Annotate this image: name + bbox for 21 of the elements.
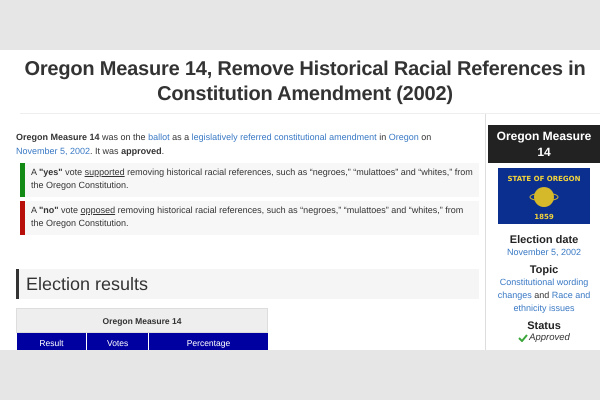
infobox-heading: Topic bbox=[530, 264, 558, 276]
infobox-title: Oregon Measure 14 bbox=[488, 125, 600, 163]
text-link[interactable]: November 5, 2002 bbox=[506, 247, 582, 257]
column-header: Votes bbox=[86, 332, 149, 350]
intro-paragraph: Oregon Measure 14 was on the ballot as a legislatively referred constitutional amendment in Oregon on November 5, 2002. It was approved. bbox=[16, 131, 432, 158]
text-link[interactable]: ballot bbox=[148, 132, 170, 142]
check-icon bbox=[518, 334, 528, 342]
infobox-heading: Election date bbox=[510, 234, 578, 246]
text-link[interactable]: November 5, 2002 bbox=[16, 146, 90, 156]
section-heading: Election results bbox=[16, 269, 479, 299]
column-header: Result bbox=[16, 332, 86, 350]
table-caption: Oregon Measure 14 bbox=[16, 308, 268, 332]
vote-explanation-text: A "no" vote opposed removing historical racial references, such as “negroes,” “mulattoes” and “whites,” from the Oregon Constitution. bbox=[30, 204, 464, 230]
vote-explanation-text: A "yes" vote supported removing historical racial references, such as “negroes,” “mulattoes” and “whites,” from the Oregon Constitution. bbox=[30, 166, 474, 192]
status-text: Approved bbox=[529, 332, 570, 343]
column-header: Percentage bbox=[148, 332, 268, 350]
infobox-value: Constitutional wording changes and Race and ethnicity issues bbox=[496, 276, 592, 315]
page-title: Oregon Measure 14, Remove Historical Racial References in Constitution Amendment (2002) bbox=[23, 57, 587, 107]
text-link[interactable]: legislatively referred constitutional amendment bbox=[192, 132, 377, 142]
text-link[interactable]: Oregon bbox=[388, 132, 419, 142]
infobox-heading: Status bbox=[527, 320, 561, 332]
